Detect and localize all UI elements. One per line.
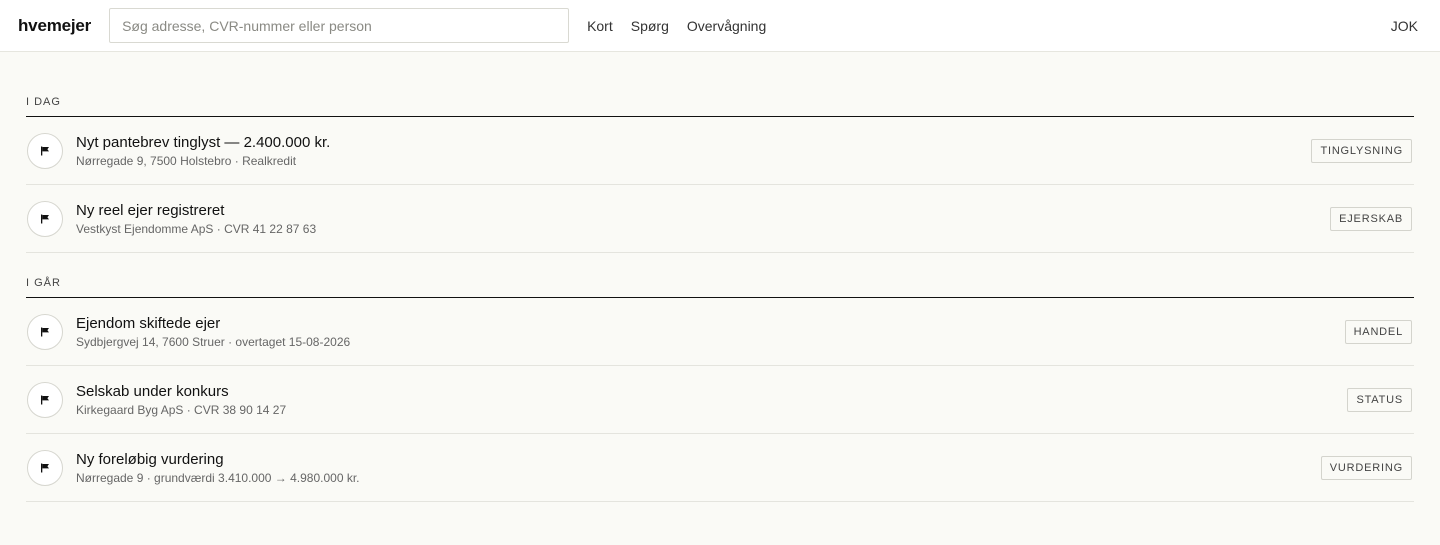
group-yesterday: I GÅR Ejendom skiftede ejer Sydbjergvej … <box>26 277 1414 502</box>
item-title: Selskab under konkurs <box>76 383 229 400</box>
group-label: I DAG <box>26 96 1414 117</box>
item-title: Ny reel ejer registreret <box>76 202 225 219</box>
feed-item[interactable]: Nyt pantebrev tinglyst — 2.400.000 kr. N… <box>26 117 1414 185</box>
category-badge: STATUS <box>1347 387 1412 412</box>
item-subtitle: Nørregade 9, 7500 Holstebro · Realkredit <box>76 154 297 168</box>
category-badge: HANDEL <box>1344 319 1412 344</box>
feed-item[interactable]: Ny reel ejer registreret Vestkyst Ejendo… <box>26 185 1414 253</box>
logo[interactable]: hvemejer <box>18 16 91 36</box>
category-badge: TINGLYSNING <box>1311 138 1412 163</box>
item-subtitle: Nørregade 9 · grundværdi 3.410.000 → 4.9… <box>76 471 360 485</box>
nav-overvaagning[interactable]: Overvågning <box>687 18 766 34</box>
item-subtitle: Kirkegaard Byg ApS · CVR 38 90 14 27 <box>76 403 287 417</box>
item-title: Ny foreløbig vurdering <box>76 451 224 468</box>
flag-icon[interactable] <box>27 313 63 350</box>
category-badge: EJERSKAB <box>1330 206 1412 231</box>
flag-icon[interactable] <box>27 449 63 486</box>
search-input[interactable] <box>109 8 570 43</box>
flag-icon[interactable] <box>27 132 63 169</box>
top-bar: hvemejer Kort Spørg Overvågning JOK <box>0 0 1440 52</box>
flag-icon[interactable] <box>27 381 63 418</box>
item-subtitle: Vestkyst Ejendomme ApS · CVR 41 22 87 63 <box>76 222 317 236</box>
item-title: Nyt pantebrev tinglyst — 2.400.000 kr. <box>76 134 331 151</box>
nav-spoerg[interactable]: Spørg <box>631 18 669 34</box>
user-menu[interactable]: JOK <box>1391 18 1418 34</box>
item-subtitle: Sydbjergvej 14, 7600 Struer · overtaget … <box>76 335 351 349</box>
item-title: Ejendom skiftede ejer <box>76 315 221 332</box>
feed-item[interactable]: Selskab under konkurs Kirkegaard Byg ApS… <box>26 366 1414 434</box>
feed-item[interactable]: Ny foreløbig vurdering Nørregade 9 · gru… <box>26 434 1414 502</box>
group-today: I DAG Nyt pantebrev tinglyst — 2.400.000… <box>26 96 1414 253</box>
feed-item[interactable]: Ejendom skiftede ejer Sydbjergvej 14, 76… <box>26 298 1414 366</box>
feed: I DAG Nyt pantebrev tinglyst — 2.400.000… <box>0 52 1440 502</box>
main-nav: Kort Spørg Overvågning <box>587 18 784 34</box>
category-badge: VURDERING <box>1320 455 1412 480</box>
group-label: I GÅR <box>26 277 1414 298</box>
flag-icon[interactable] <box>27 200 63 237</box>
nav-kort[interactable]: Kort <box>587 18 613 34</box>
